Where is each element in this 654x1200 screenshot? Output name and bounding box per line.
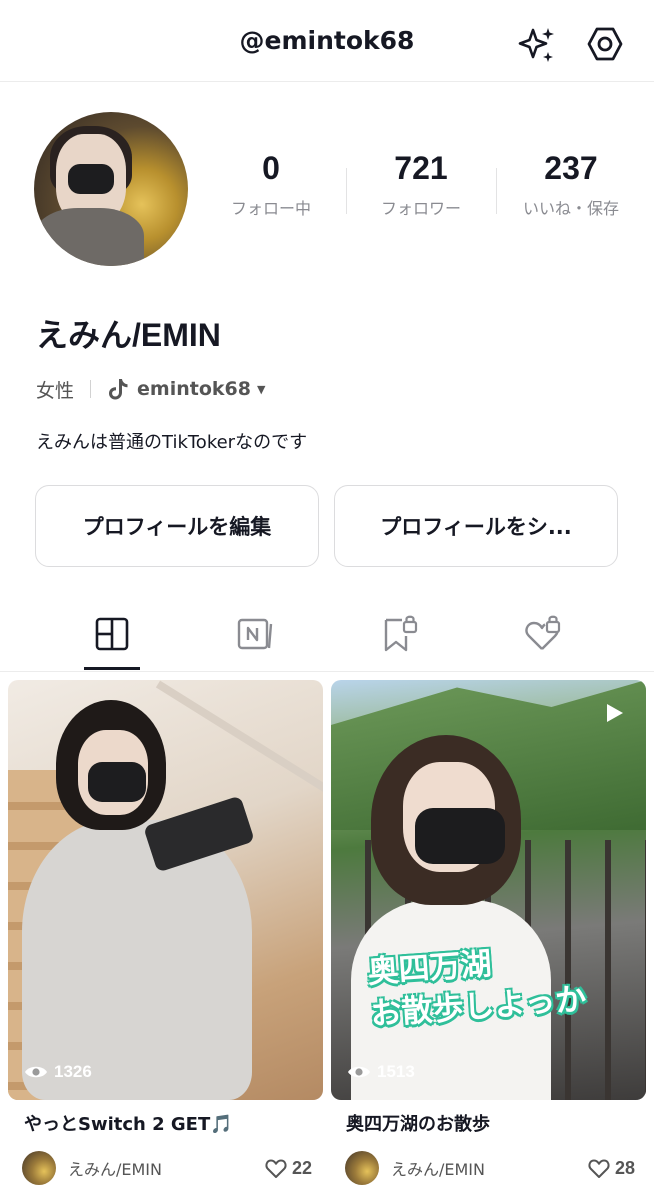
settings-icon[interactable] xyxy=(585,24,625,64)
edit-profile-button[interactable]: プロフィールを編集 xyxy=(35,485,319,567)
followers-count: 721 xyxy=(394,150,448,186)
avatar-mask xyxy=(68,164,114,194)
author-avatar[interactable] xyxy=(345,1151,379,1185)
eye-icon xyxy=(348,1066,370,1078)
content-tabs xyxy=(0,600,654,672)
play-icon xyxy=(607,704,623,722)
share-profile-button[interactable]: プロフィールをシ... xyxy=(334,485,618,567)
view-count-value: 1326 xyxy=(54,1062,92,1081)
likes-label: いいね・保存 xyxy=(522,199,619,218)
sparkle-icon[interactable] xyxy=(516,26,556,66)
like-button[interactable]: 22 xyxy=(264,1157,312,1179)
tab-posts-grid-icon[interactable] xyxy=(92,614,132,654)
top-bar: @emintok68 xyxy=(0,0,654,82)
followers-label: フォロワー xyxy=(380,199,461,218)
profile-name: えみん/EMIN xyxy=(36,317,221,353)
following-count: 0 xyxy=(262,150,280,186)
profile-stats: 0 フォロー中 721 フォロワー 237 いいね・保存 xyxy=(196,150,646,230)
thumbnail-person-body xyxy=(22,820,252,1100)
active-tab-indicator xyxy=(84,667,140,670)
likes-count: 237 xyxy=(544,150,598,186)
view-count-value: 1513 xyxy=(377,1062,415,1081)
tiktok-icon xyxy=(109,379,128,400)
thumbnail-person-mask xyxy=(88,762,146,802)
profile-avatar[interactable] xyxy=(34,112,188,266)
post-author-row-1: えみん/EMIN 22 xyxy=(22,1150,312,1186)
tab-liked-locked-icon[interactable] xyxy=(522,614,562,654)
like-count: 28 xyxy=(614,1157,635,1178)
post-card-2[interactable]: 奥四万湖 お散歩しよっか 1513 xyxy=(331,680,646,1100)
tab-notes-icon[interactable] xyxy=(235,614,275,654)
author-name[interactable]: えみん/EMIN xyxy=(68,1156,264,1180)
gender-label: 女性 xyxy=(36,379,75,402)
stat-likes[interactable]: 237 いいね・保存 xyxy=(496,150,646,230)
heart-icon xyxy=(588,1159,610,1178)
following-label: フォロー中 xyxy=(230,199,311,218)
author-name[interactable]: えみん/EMIN xyxy=(391,1156,587,1180)
tab-saved-locked-icon[interactable] xyxy=(380,614,420,654)
post-caption-2[interactable]: 奥四万湖のお散歩 xyxy=(346,1110,490,1136)
post-card-1[interactable]: 1326 xyxy=(8,680,323,1100)
view-count: 1326 xyxy=(24,1062,92,1082)
avatar-body xyxy=(34,208,144,266)
chevron-down-icon[interactable]: ▼ xyxy=(257,383,265,396)
profile-bio: えみんは普通のTikTokerなのです xyxy=(36,432,308,453)
view-count: 1513 xyxy=(347,1062,415,1082)
tiktok-handle[interactable]: emintok68 xyxy=(137,378,251,400)
eye-icon xyxy=(25,1066,47,1078)
author-avatar[interactable] xyxy=(22,1151,56,1185)
like-button[interactable]: 28 xyxy=(587,1157,635,1179)
thumbnail-overlay-text: 奥四万湖 お散歩しよっか xyxy=(366,937,588,1036)
stat-following[interactable]: 0 フォロー中 xyxy=(196,150,346,230)
stat-followers[interactable]: 721 フォロワー xyxy=(346,150,496,230)
post-author-row-2: えみん/EMIN 28 xyxy=(345,1150,635,1186)
heart-icon xyxy=(265,1159,287,1178)
thumbnail-handrail xyxy=(155,680,323,794)
thumbnail-person-mask xyxy=(415,808,505,864)
post-caption-1[interactable]: やっとSwitch 2 GET🎵 xyxy=(24,1110,233,1136)
meta-divider xyxy=(90,380,92,398)
profile-meta: 女性 emintok68 ▼ xyxy=(36,375,265,403)
like-count: 22 xyxy=(291,1157,312,1178)
